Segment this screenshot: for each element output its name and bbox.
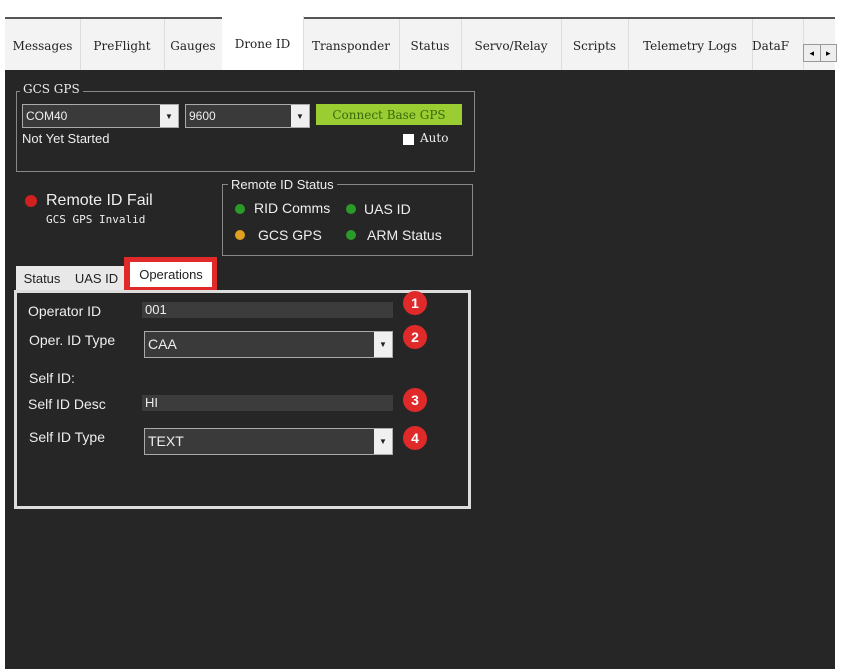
chevron-down-icon: ▼ xyxy=(374,429,392,454)
tab-dataflash[interactable]: DataF xyxy=(752,19,804,72)
tab-status[interactable]: Status xyxy=(399,19,462,72)
tab-transponder[interactable]: Transponder xyxy=(303,19,400,72)
chevron-down-icon: ▼ xyxy=(291,105,309,127)
tab-scroll-buttons[interactable]: ◂ ▸ xyxy=(803,44,837,62)
self-id-type-label: Self ID Type xyxy=(29,429,106,445)
self-id-section-label: Self ID: xyxy=(29,370,75,386)
remote-id-fail-led-icon xyxy=(25,195,37,207)
operator-id-input[interactable]: 001 xyxy=(142,302,393,318)
subtab-status[interactable]: Status xyxy=(16,266,68,290)
tab-gauges[interactable]: Gauges xyxy=(164,19,223,72)
remote-id-status-title: Remote ID Status xyxy=(228,177,337,192)
tab-scripts[interactable]: Scripts xyxy=(561,19,629,72)
tab-preflight[interactable]: PreFlight xyxy=(80,19,165,72)
subtab-uas-id[interactable]: UAS ID xyxy=(68,266,125,290)
self-id-desc-label: Self ID Desc xyxy=(28,396,106,412)
tab-servo-relay[interactable]: Servo/Relay xyxy=(461,19,562,72)
gcs-gps-label: GCS GPS xyxy=(258,227,322,243)
gcs-gps-title: GCS GPS xyxy=(20,82,83,96)
connect-base-gps-button[interactable]: Connect Base GPS xyxy=(316,104,462,125)
scroll-left-icon[interactable]: ◂ xyxy=(804,45,821,61)
gcs-gps-led-icon xyxy=(235,230,245,240)
remote-id-status-group xyxy=(222,184,473,256)
subtab-operations[interactable]: Operations xyxy=(130,262,212,287)
arm-status-led-icon xyxy=(346,230,356,240)
chevron-down-icon: ▼ xyxy=(160,105,178,127)
badge-4: 4 xyxy=(403,426,427,450)
oper-id-type-label: Oper. ID Type xyxy=(29,332,116,348)
baud-rate-select[interactable]: 9600 ▼ xyxy=(185,104,310,128)
rid-comms-label: RID Comms xyxy=(254,200,331,216)
auto-checkbox[interactable] xyxy=(403,134,414,145)
auto-label: Auto xyxy=(420,131,449,145)
operator-id-label: Operator ID xyxy=(28,303,102,319)
badge-3: 3 xyxy=(403,388,427,412)
tab-drone-id[interactable]: Drone ID xyxy=(222,16,304,72)
chevron-down-icon: ▼ xyxy=(374,332,392,357)
remote-id-state: Remote ID Fail xyxy=(46,192,153,209)
scroll-right-icon[interactable]: ▸ xyxy=(821,45,837,61)
tab-messages[interactable]: Messages xyxy=(5,19,81,72)
com-port-select[interactable]: COM40 ▼ xyxy=(22,104,179,128)
uas-id-led-icon xyxy=(346,204,356,214)
self-id-type-select[interactable]: TEXT ▼ xyxy=(144,428,393,455)
rid-comms-led-icon xyxy=(235,204,245,214)
badge-2: 2 xyxy=(403,325,427,349)
tab-telemetry-logs[interactable]: Telemetry Logs xyxy=(628,19,753,72)
badge-1: 1 xyxy=(403,291,427,315)
uas-id-label: UAS ID xyxy=(364,201,411,217)
remote-id-detail: GCS GPS Invalid xyxy=(46,213,146,226)
oper-id-type-select[interactable]: CAA ▼ xyxy=(144,331,393,358)
arm-status-label: ARM Status xyxy=(367,227,442,243)
main-tab-strip: Messages PreFlight Gauges Drone ID Trans… xyxy=(5,16,835,72)
self-id-desc-input[interactable]: HI xyxy=(142,395,393,411)
gps-status-text: Not Yet Started xyxy=(22,131,110,146)
